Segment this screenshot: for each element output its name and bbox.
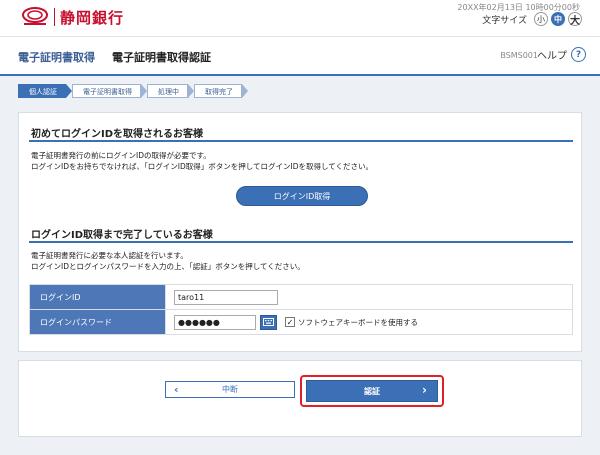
software-keyboard-checkbox[interactable]: ✓ [285, 317, 295, 327]
section-first-login-text-1: 電子証明書発行の前にログインIDの取得が必要です。 [31, 151, 211, 160]
step-processing: 処理中 [147, 84, 194, 98]
login-form-table: ログインID taro11 ログインパスワード ●●●●●● ✓ ソフトウェアキ… [29, 284, 573, 335]
font-size-label: 文字サイズ [482, 15, 527, 26]
login-id-label: ログインID [29, 284, 166, 310]
login-password-input[interactable]: ●●●●●● [174, 314, 256, 330]
cancel-button[interactable]: ‹ 中断 [165, 381, 295, 398]
login-password-label: ログインパスワード [29, 309, 166, 335]
table-row: ログインパスワード ●●●●●● ✓ ソフトウェアキーボードを使用する [29, 309, 573, 335]
authenticate-button-label: 認証 [364, 386, 380, 396]
progress-steps: 個人認証 電子証明書取得 処理中 取得完了 [18, 84, 248, 98]
chevron-left-icon: ‹ [174, 383, 179, 396]
bank-logo-icon [20, 6, 50, 28]
help-link[interactable]: ヘルプ ? [537, 47, 586, 62]
font-size-small-button[interactable]: 小 [534, 12, 548, 26]
step-certificate-acquisition: 電子証明書取得 [72, 84, 147, 98]
help-label: ヘルプ [537, 51, 567, 62]
bank-name: 静岡銀行 [60, 8, 125, 27]
cancel-button-label: 中断 [222, 385, 238, 394]
font-size-large-button[interactable]: 大 [568, 12, 582, 27]
authenticate-button[interactable]: 認証 › [306, 380, 438, 402]
section-title: 電子証明書取得 [18, 51, 95, 64]
section-existing-user-title: ログインID取得まで完了しているお客様 [31, 230, 213, 241]
page-titlebar: 電子証明書取得 電子証明書取得認証 BSMS001 ヘルプ ? [0, 36, 600, 76]
font-size-selector: 文字サイズ 小 中 大 [482, 12, 582, 27]
section-first-login-title: 初めてログインIDを取得されるお客様 [31, 129, 204, 140]
action-area: ‹ 中断 認証 › [18, 360, 582, 437]
section-divider [29, 140, 573, 142]
software-keyboard-label[interactable]: ソフトウェアキーボードを使用する [298, 317, 418, 328]
table-row: ログインID taro11 [29, 284, 573, 310]
font-size-medium-button[interactable]: 中 [551, 12, 565, 26]
help-icon: ? [571, 47, 586, 62]
step-complete: 取得完了 [194, 84, 248, 98]
software-keyboard-icon[interactable] [260, 314, 277, 330]
login-id-acquire-button[interactable]: ログインID取得 [236, 186, 368, 206]
section-existing-user-text-2: ログインIDとログインパスワードを入力の上、「認証」ボタンを押してください。 [31, 262, 305, 271]
chevron-right-icon: › [422, 383, 427, 397]
bank-logo[interactable]: 静岡銀行 [20, 6, 124, 28]
top-header: 静岡銀行 20XX年02月13日 10時00分00秒 文字サイズ 小 中 大 [0, 0, 600, 36]
section-divider [29, 241, 573, 243]
login-id-input[interactable]: taro11 [174, 289, 278, 305]
main-panel: 初めてログインIDを取得されるお客様 電子証明書発行の前にログインIDの取得が必… [18, 112, 582, 352]
screen-code: BSMS001 [500, 51, 538, 60]
step-identity-auth: 個人認証 [18, 84, 72, 98]
section-existing-user-text-1: 電子証明書発行に必要な本人認証を行います。 [31, 251, 188, 260]
page-title: 電子証明書取得認証 [112, 51, 211, 64]
section-first-login-text-2: ログインIDをお持ちでなければ、「ログインID取得」ボタンを押してログインIDを… [31, 162, 374, 171]
